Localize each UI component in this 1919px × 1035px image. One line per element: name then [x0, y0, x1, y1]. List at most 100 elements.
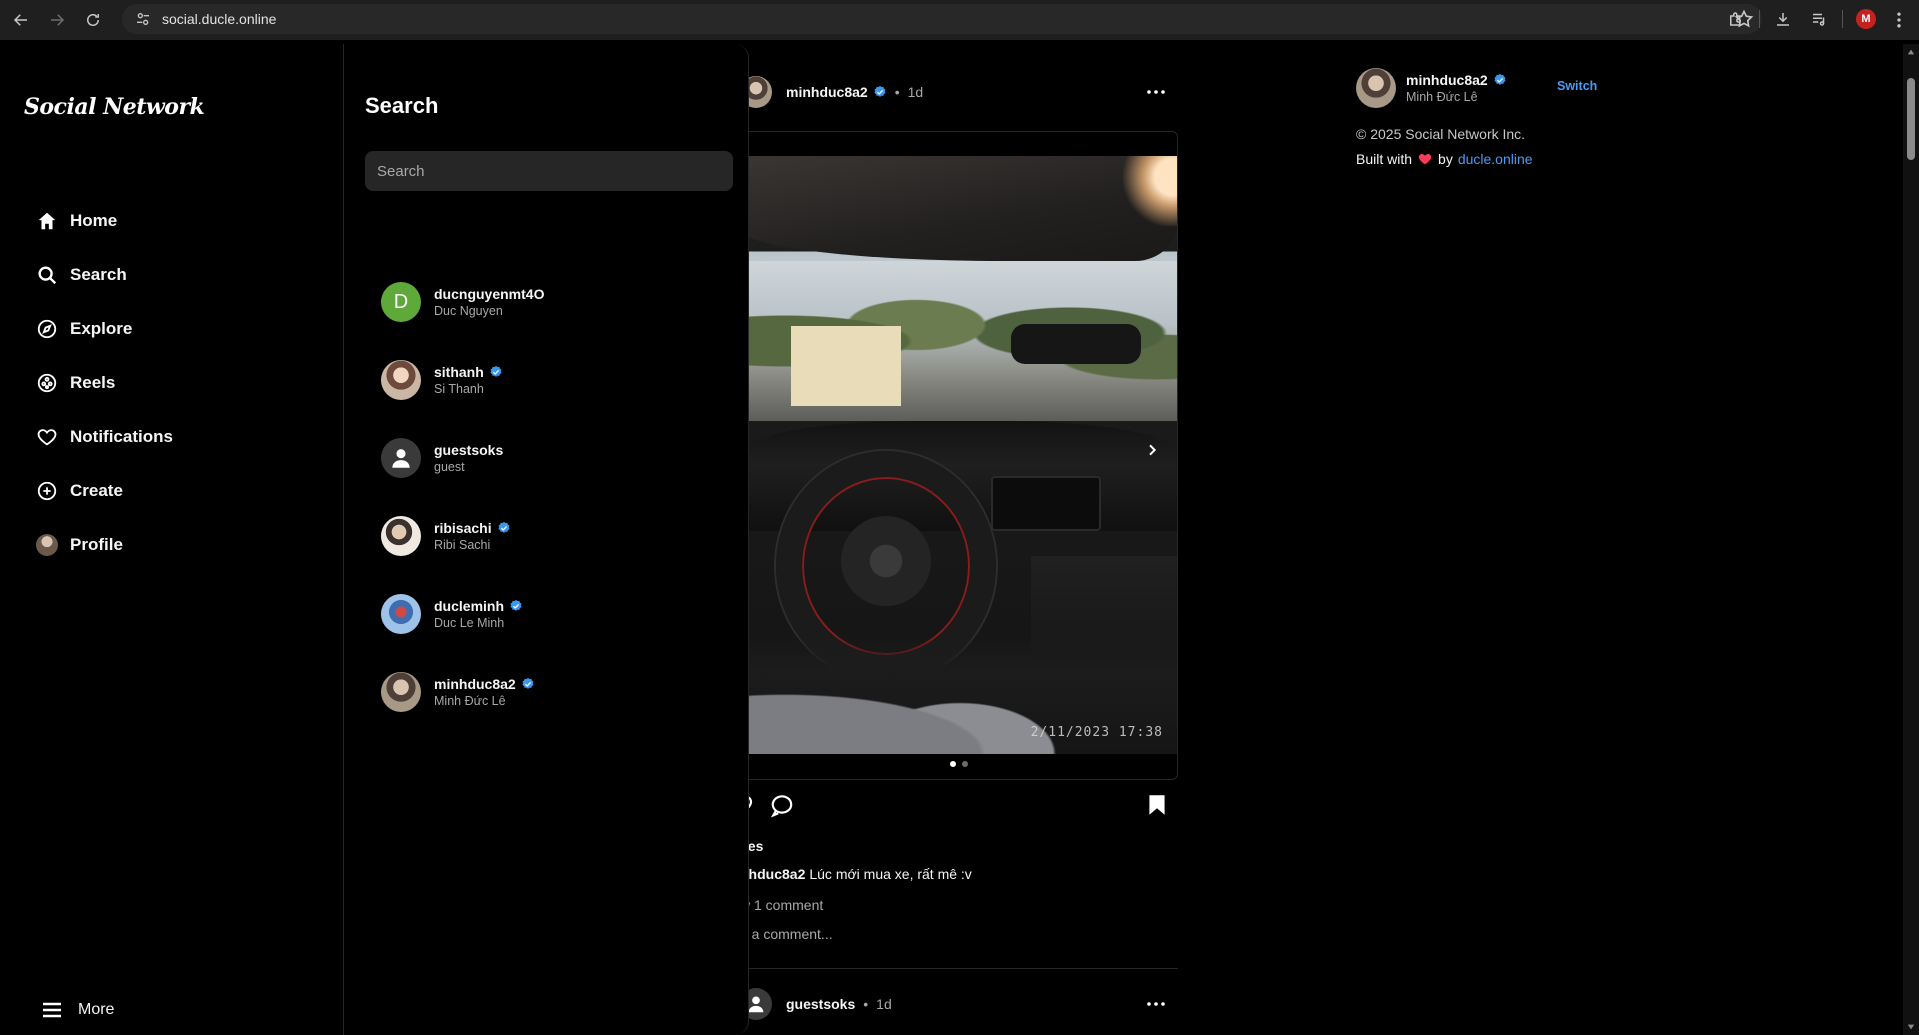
- result-username-text: ribisachi: [434, 520, 492, 536]
- site-info-button[interactable]: [128, 4, 158, 34]
- heart-icon: [37, 429, 57, 446]
- separator-dot: •: [894, 84, 900, 100]
- post-time: 1d: [907, 84, 924, 100]
- photo-timestamp: 2/11/2023 17:38: [1030, 725, 1163, 740]
- search-result[interactable]: sithanh Si Thanh: [381, 341, 731, 419]
- extensions-button[interactable]: [1723, 6, 1749, 32]
- search-result[interactable]: ducleminh Duc Le Minh: [381, 575, 731, 653]
- post-username[interactable]: minhduc8a2: [786, 84, 887, 100]
- scroll-up-arrow-icon[interactable]: [1907, 48, 1915, 56]
- post-photo[interactable]: 2/11/2023 17:38: [741, 156, 1177, 754]
- nav-profile[interactable]: Profile: [24, 518, 324, 572]
- right-column: minhduc8a2 Minh Đức Lê Switch © 2025 Soc…: [1356, 66, 1616, 167]
- avatar: D: [381, 282, 421, 322]
- carousel-next-button[interactable]: [1139, 437, 1165, 463]
- search-panel-title: Search: [365, 93, 439, 118]
- nav-explore-label: Explore: [70, 319, 133, 338]
- avatar: [381, 438, 421, 478]
- download-icon: [1777, 13, 1789, 26]
- result-fullname: Si Thanh: [434, 382, 484, 396]
- nav-create[interactable]: Create: [24, 464, 324, 518]
- search-result[interactable]: ribisachi Ribi Sachi: [381, 497, 731, 575]
- kebab-menu-icon[interactable]: [1889, 10, 1909, 30]
- current-user: minhduc8a2 Minh Đức Lê Switch: [1356, 66, 1616, 110]
- scroll-down-arrow-icon[interactable]: [1907, 1023, 1915, 1031]
- photo-scene-wheel-hub: [841, 516, 931, 606]
- forward-button[interactable]: [42, 5, 72, 35]
- search-result[interactable]: guestsoks guest: [381, 419, 731, 497]
- result-username: ducleminh: [434, 598, 523, 614]
- plus-circle-icon: [37, 481, 57, 501]
- verified-badge-icon: [874, 85, 886, 97]
- caption-text: Lúc mới mua xe, rất mê :v: [809, 866, 972, 882]
- more-label: More: [78, 1001, 115, 1018]
- post-username-text: minhduc8a2: [786, 84, 868, 100]
- caption-username[interactable]: nhduc8a2: [740, 866, 805, 882]
- result-text: ribisachi Ribi Sachi: [434, 520, 511, 552]
- current-user-fullname: Minh Đức Lê: [1406, 90, 1478, 104]
- heart-icon: [1418, 154, 1432, 165]
- verified-badge-icon: [498, 521, 510, 533]
- nav-home-label: Home: [70, 211, 118, 230]
- app-logo[interactable]: Social Network: [24, 94, 205, 120]
- current-username[interactable]: minhduc8a2: [1406, 72, 1507, 88]
- nav-notifications-label: Notifications: [70, 427, 173, 446]
- nav-search[interactable]: Search: [24, 248, 324, 302]
- avatar: [381, 672, 421, 712]
- post-header: guestsoks • 1d: [740, 986, 1178, 1022]
- search-input[interactable]: [365, 151, 733, 191]
- url-text[interactable]: social.ducle.online: [162, 11, 276, 27]
- nav-home[interactable]: Home: [24, 194, 324, 248]
- comment-icon[interactable]: [769, 792, 795, 818]
- result-fullname: Minh Đức Lê: [434, 694, 506, 708]
- profile-button[interactable]: M: [1853, 6, 1879, 32]
- avatar[interactable]: [1356, 68, 1396, 108]
- feed: minhduc8a2 • 1d 2/11/2023 17:38 kes nhdu…: [740, 44, 1180, 1035]
- puzzle-icon: [1730, 12, 1741, 26]
- search-result[interactable]: D ducnguyenmt4O Duc Nguyen: [381, 263, 731, 341]
- more-options-icon[interactable]: [1144, 80, 1168, 104]
- nav-reels-label: Reels: [70, 373, 116, 392]
- result-username: ducnguyenmt4O: [434, 286, 544, 302]
- verified-badge-icon: [1494, 73, 1506, 85]
- nav-explore[interactable]: Explore: [24, 302, 324, 356]
- post-username[interactable]: guestsoks: [786, 996, 855, 1012]
- photo-scene-ceiling: [741, 156, 1177, 261]
- nav-notifications[interactable]: Notifications: [24, 410, 324, 464]
- page-scrollbar[interactable]: [1903, 44, 1919, 1035]
- carousel-indicator: [741, 761, 1177, 767]
- post-header: minhduc8a2 • 1d: [740, 74, 1178, 110]
- result-fullname: guest: [434, 460, 465, 474]
- current-username-text: minhduc8a2: [1406, 72, 1488, 88]
- address-bar[interactable]: social.ducle.online: [122, 4, 1762, 34]
- home-icon: [38, 212, 56, 230]
- result-text: sithanh Si Thanh: [434, 364, 503, 396]
- browser-actions: M: [1723, 6, 1879, 32]
- scroll-thumb[interactable]: [1907, 78, 1915, 160]
- browser-toolbar: social.ducle.online M: [0, 0, 1919, 40]
- verified-badge-icon: [490, 365, 502, 377]
- search-result[interactable]: minhduc8a2 Minh Đức Lê: [381, 653, 731, 731]
- result-username: ribisachi: [434, 520, 511, 536]
- back-button[interactable]: [6, 5, 36, 35]
- add-comment-input[interactable]: [740, 926, 1140, 942]
- media-controls-button[interactable]: [1806, 6, 1832, 32]
- main-nav: Home Search Explore Reels Notifications …: [24, 194, 324, 572]
- result-username-text: guestsoks: [434, 442, 504, 458]
- nav-search-label: Search: [70, 265, 127, 284]
- result-username-text: ducleminh: [434, 598, 505, 614]
- bookmark-icon[interactable]: [1144, 792, 1170, 818]
- result-fullname: Duc Nguyen: [434, 304, 503, 318]
- ducle-link[interactable]: ducle.online: [1458, 151, 1533, 167]
- post-media-frame: 2/11/2023 17:38: [740, 131, 1178, 780]
- chevron-right-icon: [1149, 444, 1157, 456]
- more-button[interactable]: More: [40, 998, 114, 1022]
- more-options-icon[interactable]: [1144, 992, 1168, 1016]
- result-fullname: Duc Le Minh: [434, 616, 505, 630]
- downloads-button[interactable]: [1770, 6, 1796, 32]
- switch-account-button[interactable]: Switch: [1557, 79, 1597, 93]
- view-comments-link[interactable]: w 1 comment: [740, 897, 823, 913]
- photo-scene-mirror: [1011, 324, 1141, 364]
- reload-button[interactable]: [78, 5, 108, 35]
- nav-reels[interactable]: Reels: [24, 356, 324, 410]
